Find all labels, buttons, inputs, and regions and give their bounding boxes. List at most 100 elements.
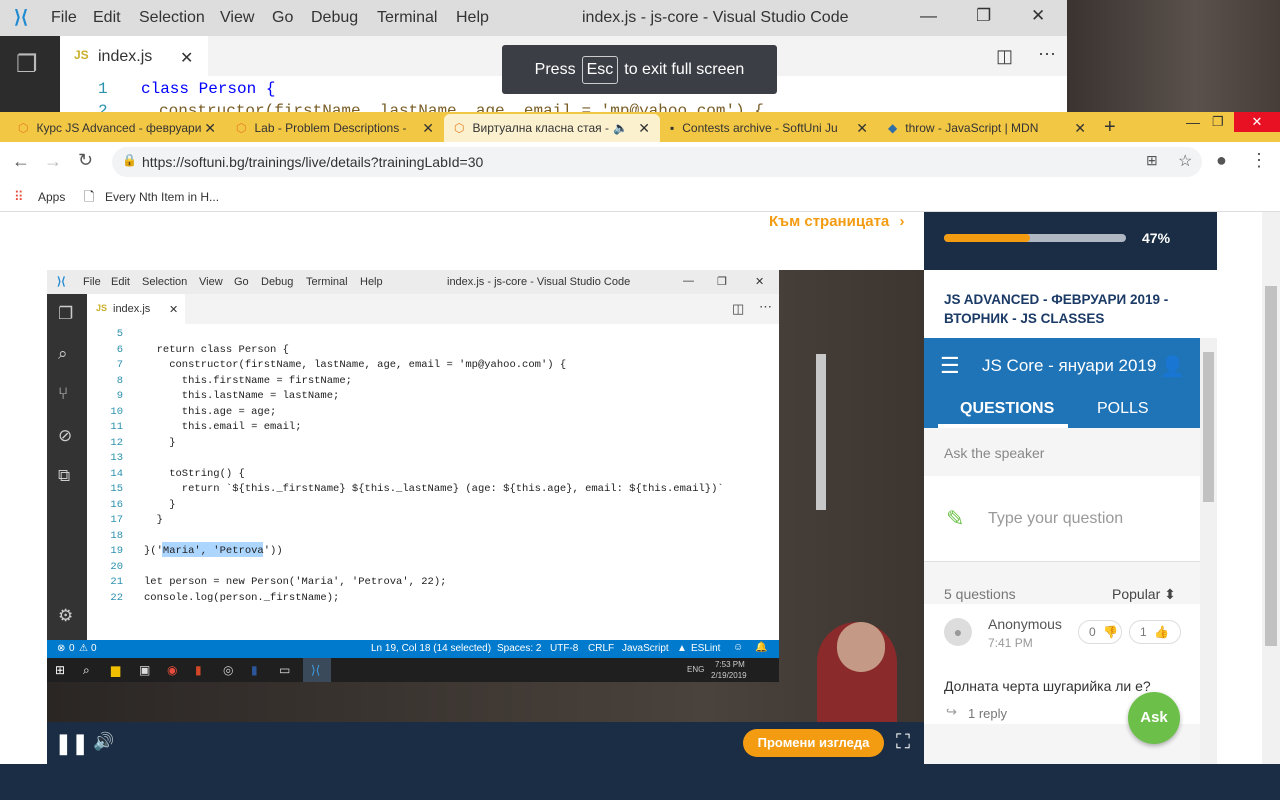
ask-button[interactable]: Ask (1128, 692, 1180, 744)
reload-icon[interactable]: ↻ (78, 150, 93, 171)
menu-selection[interactable]: Selection (142, 276, 187, 288)
gear-icon[interactable]: ⚙ (58, 606, 73, 626)
restore-icon[interactable]: ❐ (717, 275, 727, 288)
restore-icon[interactable]: ❐ (1212, 114, 1224, 130)
obs-icon[interactable]: ◎ (223, 663, 233, 677)
inner-code-editor[interactable]: 5 6 return class Person {7 constructor(fi… (87, 324, 826, 640)
slido-scrollbar[interactable] (1200, 338, 1217, 764)
tab-index-js[interactable]: JS index.js ✕ (60, 36, 208, 76)
eslint-status[interactable]: ESLint (691, 643, 720, 654)
chrome-tab-4[interactable]: ▪ Contests archive - SoftUni Ju ✕ (660, 114, 878, 142)
apps-grid-icon[interactable]: ⠿ (14, 189, 24, 205)
explorer-icon[interactable]: ❐ (16, 50, 38, 79)
omnibox[interactable]: 🔒 https://softuni.bg/trainings/live/deta… (112, 147, 1202, 177)
menu-debug[interactable]: Debug (311, 9, 358, 27)
split-editor-icon[interactable]: ◫ (996, 46, 1013, 67)
chrome-tab-5[interactable]: ◆ throw - JavaScript | MDN ✕ (878, 114, 1096, 142)
menu-terminal[interactable]: Terminal (377, 9, 437, 27)
explorer-icon[interactable]: ❐ (58, 304, 73, 324)
volume-icon[interactable]: 🔊 (93, 732, 114, 752)
lock-icon[interactable]: 🔒 (122, 153, 137, 167)
chrome-tab-2[interactable]: ⬡ Lab - Problem Descriptions - ✕ (226, 114, 444, 142)
tab-close-icon[interactable]: ✕ (856, 120, 868, 137)
tab-close-icon[interactable]: ✕ (422, 120, 434, 137)
clock-date[interactable]: 2/19/2019 (711, 671, 747, 680)
menu-file[interactable]: File (51, 9, 77, 27)
inner-tab-index-js[interactable]: JS index.js ✕ (87, 294, 185, 324)
tab-close-icon[interactable]: ✕ (1074, 120, 1086, 137)
bell-icon[interactable]: 🔔 (755, 642, 767, 653)
bookmark-star-icon[interactable]: ☆ (1178, 151, 1192, 171)
menu-go[interactable]: Go (272, 9, 293, 27)
minimize-icon[interactable]: — (1186, 114, 1200, 130)
question-placeholder[interactable]: Type your question (988, 510, 1123, 528)
tab-polls[interactable]: POLLS (1097, 400, 1149, 418)
restore-icon[interactable]: ❐ (976, 6, 991, 26)
menu-file[interactable]: File (83, 276, 101, 288)
close-icon[interactable]: ✕ (755, 275, 764, 288)
editor-scrollbar[interactable] (816, 354, 826, 510)
page-scrollbar[interactable] (1262, 212, 1280, 764)
word-icon[interactable]: ▮ (251, 663, 258, 677)
debug-icon[interactable]: ⊘ (58, 426, 72, 446)
scrollbar-thumb[interactable] (1265, 286, 1277, 646)
line-ending[interactable]: CRLF (588, 643, 614, 654)
more-actions-icon[interactable]: ⋯ (759, 299, 772, 315)
tab-questions[interactable]: QUESTIONS (960, 400, 1054, 418)
tab-close-icon[interactable]: ✕ (180, 48, 193, 68)
tab-close-icon[interactable]: ✕ (204, 120, 216, 137)
close-window-button[interactable]: ✕ (1234, 112, 1280, 132)
tab-close-icon[interactable]: ✕ (638, 120, 650, 137)
chrome-tab-3-active[interactable]: ⬡ Виртуална класна стая - 🔈 ✕ (444, 114, 660, 142)
indentation[interactable]: Spaces: 2 (497, 643, 541, 654)
feedback-icon[interactable]: ☺ (733, 642, 743, 653)
terminal-icon[interactable]: ▭ (279, 663, 290, 677)
speaker-icon[interactable]: 🔈 (613, 121, 628, 135)
search-icon[interactable]: ⌕ (58, 344, 68, 364)
language-mode[interactable]: JavaScript (622, 643, 669, 654)
menu-edit[interactable]: Edit (111, 276, 130, 288)
warning-icon[interactable]: ⚠ (79, 643, 88, 654)
more-actions-icon[interactable]: ⋯ (1038, 44, 1056, 65)
fullscreen-icon[interactable]: ⛶ (896, 731, 910, 754)
menu-help[interactable]: Help (456, 9, 489, 27)
chrome-menu-icon[interactable]: ⋮ (1250, 150, 1268, 171)
minimize-icon[interactable]: — (920, 6, 937, 26)
file-explorer-icon[interactable]: ▆ (111, 663, 120, 677)
back-to-page-link[interactable]: Към страницата › (769, 213, 904, 230)
chrome-icon[interactable]: ◉ (167, 663, 177, 677)
menu-terminal[interactable]: Terminal (306, 276, 348, 288)
split-editor-icon[interactable]: ◫ (732, 301, 744, 317)
sort-dropdown[interactable]: Popular ⬍ (1112, 586, 1176, 603)
tab-close-icon[interactable]: ✕ (169, 303, 178, 316)
url-text[interactable]: https://softuni.bg/trainings/live/detail… (142, 154, 483, 170)
error-count[interactable]: 0 (69, 643, 75, 654)
reply-count[interactable]: 1 reply (968, 706, 1007, 721)
windows-start-icon[interactable]: ⊞ (55, 663, 65, 677)
translate-icon[interactable]: ⊞ (1146, 152, 1158, 169)
warning-count[interactable]: 0 (91, 643, 97, 654)
source-control-icon[interactable]: ⑂ (58, 384, 68, 404)
menu-view[interactable]: View (220, 9, 254, 27)
user-icon[interactable]: 👤 (1160, 354, 1185, 379)
upvote-button[interactable]: 1 👍 (1129, 620, 1181, 644)
powerpoint-icon[interactable]: ▮ (195, 663, 202, 677)
scrollbar-thumb[interactable] (1203, 352, 1214, 502)
change-view-button[interactable]: Промени изгледа (743, 729, 884, 757)
question-input-box[interactable]: ✎ Type your question (924, 476, 1200, 562)
search-icon[interactable]: ⌕ (83, 663, 90, 678)
downvote-button[interactable]: 0 👎 (1078, 620, 1122, 644)
new-tab-icon[interactable]: + (1104, 116, 1116, 139)
minimize-icon[interactable]: — (683, 275, 694, 287)
extensions-icon[interactable]: ⧉ (58, 466, 70, 486)
bookmark-apps[interactable]: Apps (38, 190, 65, 204)
menu-go[interactable]: Go (234, 276, 249, 288)
encoding[interactable]: UTF-8 (550, 643, 578, 654)
bookmark-every-nth[interactable]: Every Nth Item in H... (105, 190, 219, 204)
error-icon[interactable]: ⊗ (57, 643, 65, 654)
clock-time[interactable]: 7:53 PM (715, 660, 745, 669)
hamburger-menu-icon[interactable]: ☰ (940, 353, 960, 379)
menu-selection[interactable]: Selection (139, 9, 205, 27)
pause-icon[interactable]: ❚❚ (55, 731, 89, 756)
menu-debug[interactable]: Debug (261, 276, 293, 288)
